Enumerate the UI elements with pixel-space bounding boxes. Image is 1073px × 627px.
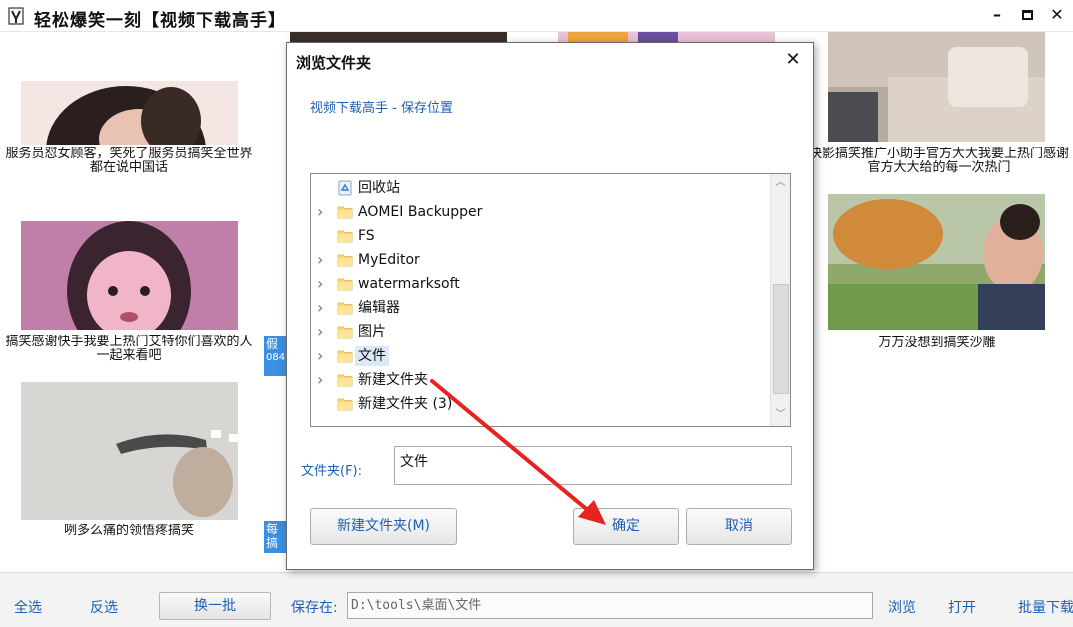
browse-link[interactable]: 浏览 — [888, 597, 916, 617]
tree-item-label: 新建文件夹 — [358, 372, 428, 388]
tree-item-label: watermarksoft — [358, 276, 460, 292]
tree-item[interactable]: › MyEditor — [311, 248, 768, 272]
chevron-right-icon[interactable]: › — [317, 372, 327, 388]
chevron-right-icon[interactable]: › — [317, 300, 327, 316]
scrollbar-thumb[interactable] — [773, 284, 789, 394]
video-tag: 每 搞 — [264, 521, 286, 553]
video-caption[interactable]: 万万没想到搞笑沙雕 — [808, 336, 1066, 350]
folder-icon — [337, 374, 353, 387]
video-caption[interactable]: 咧多么痛的领悟疼搞笑 — [0, 524, 258, 538]
tree-item[interactable]: 新建文件夹 (3) — [311, 392, 768, 416]
dialog-title: 浏览文件夹 — [296, 54, 372, 72]
video-thumbnail-image — [828, 32, 1045, 142]
dialog-close-button[interactable]: ✕ — [783, 49, 803, 70]
video-thumbnail[interactable] — [21, 382, 238, 520]
folder-icon — [337, 230, 353, 243]
select-all-link[interactable]: 全选 — [14, 597, 42, 617]
open-link[interactable]: 打开 — [948, 597, 976, 617]
folder-field-label: 文件夹(F): — [301, 464, 363, 479]
app-window: 轻松爆笑一刻【视频下载高手】 – ✕ 服务员怼女顾客，笑死了服务员搞笑全世界都在… — [0, 0, 1073, 627]
tree-item[interactable]: › watermarksoft — [311, 272, 768, 296]
video-thumbnail[interactable] — [21, 213, 238, 330]
tag-text: 假 — [266, 337, 279, 351]
title-bar: 轻松爆笑一刻【视频下载高手】 – ✕ — [0, 0, 1073, 32]
tree-item-label: 文件 — [355, 346, 389, 366]
chevron-right-icon[interactable]: › — [317, 252, 327, 268]
tree-item[interactable]: › 新建文件夹 — [311, 368, 768, 392]
new-folder-button[interactable]: 新建文件夹(M) — [310, 508, 457, 545]
chevron-right-icon[interactable]: › — [317, 204, 327, 220]
maximize-button[interactable] — [1016, 4, 1038, 26]
ok-button[interactable]: 确定 — [573, 508, 679, 545]
maximize-icon — [1021, 10, 1033, 20]
batch-download-link[interactable]: 批量下载 — [1018, 597, 1073, 617]
save-path-input[interactable]: D:\tools\桌面\文件 — [347, 592, 873, 619]
scroll-up-icon[interactable]: ︿ — [771, 174, 790, 192]
recycle-bin-icon — [338, 180, 352, 196]
tree-item-label: 图片 — [358, 324, 386, 340]
video-tag: 假 084 — [264, 336, 286, 376]
video-thumbnail-image — [21, 81, 238, 145]
tree-item-label: MyEditor — [358, 252, 420, 268]
cancel-button[interactable]: 取消 — [686, 508, 792, 545]
video-caption[interactable]: 服务员怼女顾客，笑死了服务员搞笑全世界都在说中国话 — [0, 147, 258, 175]
chevron-right-icon[interactable]: › — [317, 348, 327, 364]
tag-text: 084 — [266, 352, 286, 363]
tag-text: 每 — [266, 522, 279, 536]
tree-item-label: 回收站 — [358, 180, 400, 196]
app-logo-icon — [8, 7, 24, 25]
invert-selection-link[interactable]: 反选 — [90, 597, 118, 617]
folder-icon — [337, 302, 353, 315]
close-button[interactable]: ✕ — [1046, 4, 1068, 26]
folder-icon — [337, 206, 353, 219]
video-thumbnail[interactable] — [21, 81, 238, 145]
minimize-button[interactable]: – — [986, 4, 1008, 26]
video-thumbnail[interactable] — [828, 32, 1045, 142]
folder-name-input[interactable]: 文件 — [394, 446, 792, 485]
tag-text: 搞 — [266, 536, 279, 550]
chevron-right-icon[interactable]: › — [317, 324, 327, 340]
next-batch-button[interactable]: 换一批 — [159, 592, 271, 620]
tree-item-label: AOMEI Backupper — [358, 204, 483, 220]
tree-item[interactable]: › 图片 — [311, 320, 768, 344]
video-thumbnail-image — [21, 382, 238, 520]
save-location-label: 保存在: — [291, 600, 338, 616]
tree-item[interactable]: › 文件 — [311, 344, 768, 368]
video-caption[interactable]: 搞笑感谢快手我要上热门艾特你们喜欢的人一起来看吧 — [0, 335, 258, 363]
video-thumbnail[interactable] — [828, 194, 1045, 330]
tree-scrollbar[interactable]: ︿ ﹀ — [770, 174, 790, 426]
tree-item-label: 新建文件夹 (3) — [358, 396, 453, 412]
folder-icon — [337, 326, 353, 339]
tree-item[interactable]: › AOMEI Backupper — [311, 200, 768, 224]
video-thumbnail-image — [828, 194, 1045, 330]
video-thumbnail[interactable] — [290, 32, 507, 42]
tree-item-label: 编辑器 — [358, 300, 400, 316]
folder-icon — [337, 350, 353, 363]
bottom-toolbar: 全选 反选 换一批 保存在: D:\tools\桌面\文件 浏览 打开 批量下载 — [0, 572, 1073, 627]
dialog-description: 视频下载高手 - 保存位置 — [310, 101, 453, 116]
app-title: 轻松爆笑一刻【视频下载高手】 — [34, 11, 286, 31]
tree-item[interactable]: › 编辑器 — [311, 296, 768, 320]
tree-item[interactable]: 回收站 — [311, 176, 768, 200]
chevron-right-icon[interactable]: › — [317, 276, 327, 292]
folder-icon — [337, 398, 353, 411]
folder-icon — [337, 254, 353, 267]
video-thumbnail-image — [21, 213, 238, 330]
scroll-down-icon[interactable]: ﹀ — [771, 406, 790, 424]
folder-icon — [337, 278, 353, 291]
tree-item[interactable]: FS — [311, 224, 768, 248]
browse-folder-dialog: 浏览文件夹 ✕ 视频下载高手 - 保存位置 回收站 › AOMEI Backuppe… — [286, 42, 814, 570]
folder-tree[interactable]: 回收站 › AOMEI Backupper FS › MyEditor › watermark… — [310, 173, 791, 427]
tree-item-label: FS — [358, 228, 375, 244]
video-caption[interactable]: 快影搞笑推广小助手官方大大我要上热门感谢官方大大给的每一次热门 — [808, 147, 1070, 175]
